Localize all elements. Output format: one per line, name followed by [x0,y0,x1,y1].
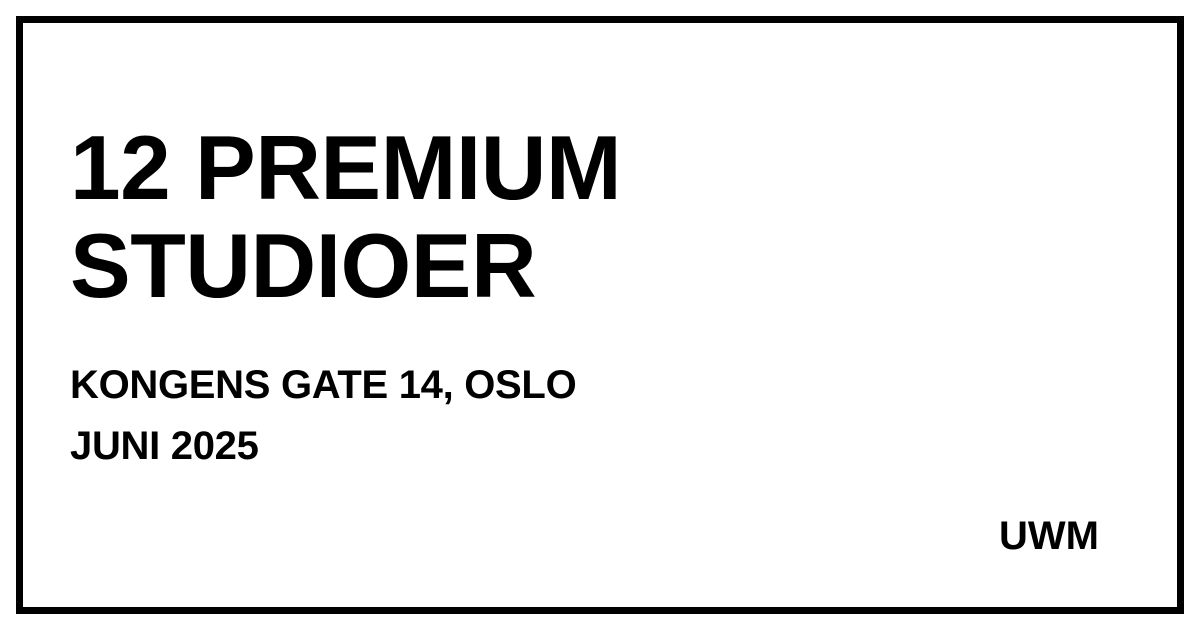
headline-line-1: 12 PREMIUM [70,118,622,219]
headline: 12 PREMIUM STUDIOER [70,118,622,317]
headline-line-2: STUDIOER [70,216,537,317]
address-text: KONGENS GATE 14, OSLO [70,363,577,407]
date-text: JUNI 2025 [70,424,259,468]
brand-logo-text: UWM [999,514,1099,558]
